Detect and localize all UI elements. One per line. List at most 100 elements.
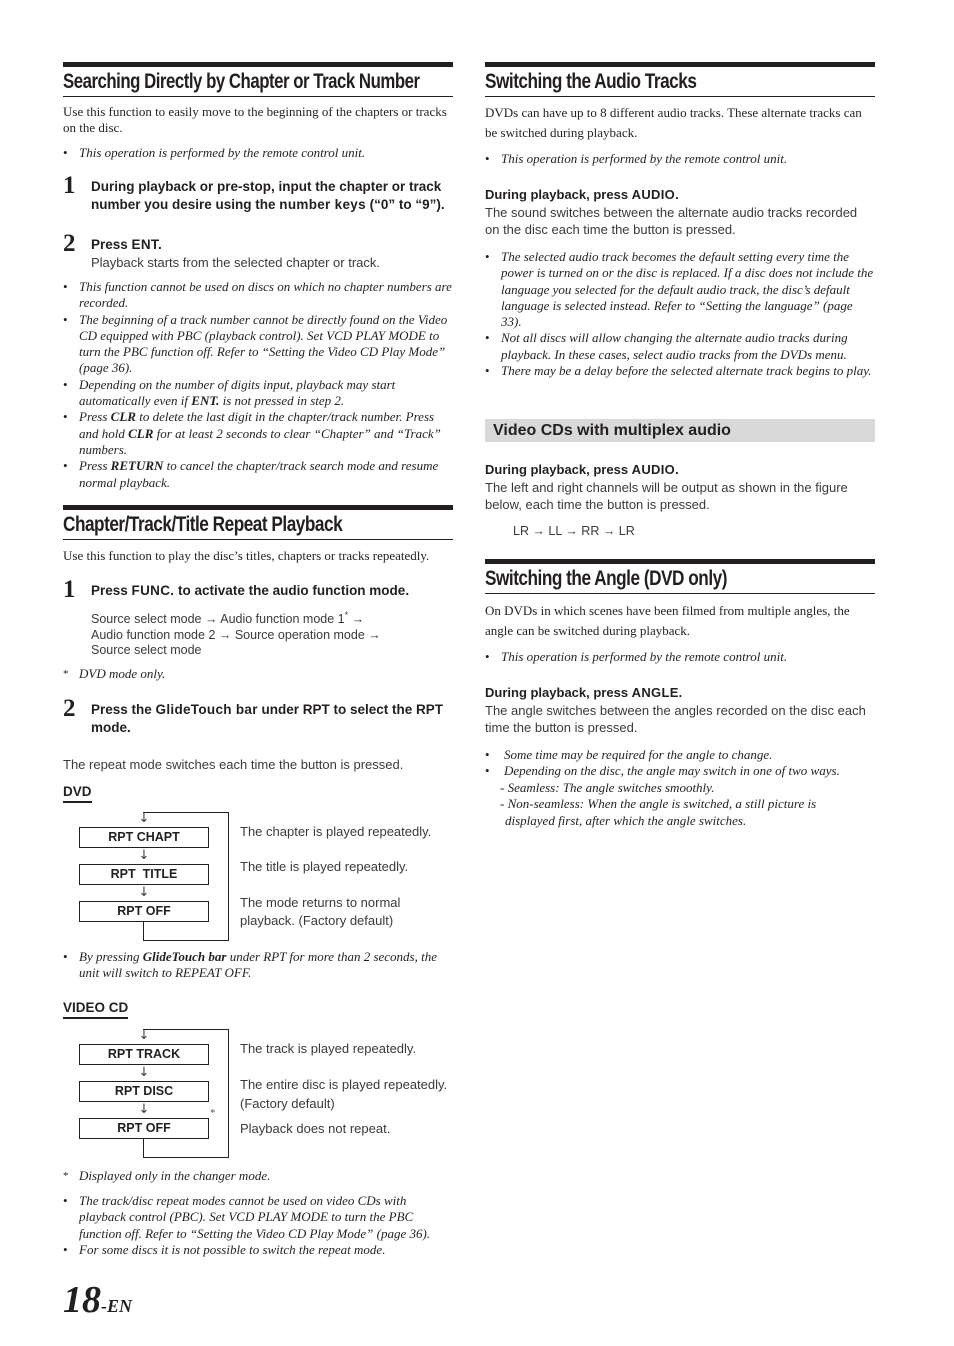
note-item: The track/disc repeat modes cannot be us… (63, 1193, 453, 1242)
audio-section: Switching the Audio Tracks (485, 62, 875, 97)
step-title: Press FUNC. to activate the audio functi… (91, 583, 410, 598)
channel-sequence: LR → LL → RR → LR (513, 524, 635, 538)
instruction-title: During playback, press AUDIO. (485, 187, 679, 202)
instruction-title: During playback, press ANGLE. (485, 685, 683, 700)
down-arrow-icon: ↓ (138, 885, 150, 900)
mode-flow: Source select mode → Audio function mode… (91, 610, 381, 658)
note-item: The selected audio track becomes the def… (485, 249, 875, 330)
note-item: Press RETURN to cancel the chapter/track… (63, 458, 453, 491)
mode-description: The mode returns to normal playback. (Fa… (240, 895, 401, 928)
loop-stub (143, 922, 144, 941)
angle-sub-notes: - Seamless: The angle switches smoothly.… (500, 780, 875, 829)
search-intro: Use this function to easily move to the … (63, 104, 447, 135)
mode-description: The entire disc is played repeatedly. (F… (240, 1077, 448, 1111)
sub-note: - Seamless: The angle switches smoothly. (500, 780, 715, 795)
dvd-label: DVD (63, 784, 92, 803)
note-item: This operation is performed by the remot… (63, 145, 453, 162)
search-notes: This function cannot be used on discs on… (63, 279, 453, 491)
step-number: 1 (63, 172, 76, 199)
repeat-switch-text: The repeat mode switches each time the b… (63, 757, 404, 772)
rpt-track-box: RPT TRACK (79, 1044, 209, 1065)
search-remote-note: This operation is performed by the remot… (63, 145, 453, 162)
func-key-label: FUNC. (131, 583, 175, 598)
step-title: Press ENT. (91, 237, 163, 252)
note-item: There may be a delay before the selected… (485, 363, 875, 380)
loop-stub (143, 1139, 144, 1158)
dvd-repeat-diagram: ↓ RPT CHAPT ↓ RPT TITLE ↓ RPT OFF The ch… (63, 812, 453, 944)
instruction-description: The sound switches between the alternate… (485, 204, 858, 238)
down-arrow-icon: ↓ (138, 1065, 150, 1080)
rpt-disc-box: RPT DISC (79, 1081, 209, 1102)
dvd-repeat-note: By pressing GlideTouch bar under RPT for… (63, 949, 453, 982)
angle-instruction: During playback, press ANGLE. The angle … (485, 684, 875, 737)
angle-key-label: ANGLE (631, 685, 679, 700)
changer-asterisk: * (210, 1107, 216, 1119)
angle-section: Switching the Angle (DVD only) (485, 559, 875, 594)
down-arrow-icon: ↓ (138, 811, 150, 826)
audio-notes: The selected audio track becomes the def… (485, 249, 875, 380)
note-item: This function cannot be used on discs on… (63, 279, 453, 312)
rpt-off-box: RPT OFF (79, 1118, 209, 1139)
instruction-title: During playback, press AUDIO. (485, 462, 679, 477)
down-arrow-icon: ↓ (138, 848, 150, 863)
angle-remote-note: This operation is performed by the remot… (485, 649, 875, 666)
note-item: Depending on the number of digits input,… (63, 377, 453, 410)
step-description: Playback starts from the selected chapte… (91, 254, 381, 270)
angle-heading: Switching the Angle (DVD only) (485, 559, 875, 594)
video-cd-label: VIDEO CD (63, 1000, 129, 1019)
instruction-description: The angle switches between the angles re… (485, 702, 866, 736)
step-number: 2 (63, 230, 76, 257)
angle-notes: Some time may be required for the angle … (485, 747, 875, 780)
mode-description: The title is played repeatedly. (240, 859, 409, 874)
audio-intro: DVDs can have up to 8 different audio tr… (485, 105, 862, 140)
repeat-notes: The track/disc repeat modes cannot be us… (63, 1193, 453, 1258)
repeat-step-2: 2 Press the GlideTouch bar under RPT to … (63, 696, 453, 736)
note-item: Depending on the disc, the angle may swi… (485, 763, 875, 780)
multiplex-heading: Video CDs with multiplex audio (485, 419, 875, 442)
step-title: Press the GlideTouch bar under RPT to se… (91, 702, 444, 735)
number-keys-label: number keys (279, 196, 366, 212)
page-number: 18-EN (63, 1279, 132, 1321)
audio-heading: Switching the Audio Tracks (485, 62, 875, 97)
search-step-1: 1 During playback or pre-stop, input the… (63, 173, 453, 213)
multiplex-instruction: During playback, press AUDIO. The left a… (485, 461, 875, 514)
dvd-only-footnote: * DVD mode only. (63, 666, 166, 681)
search-heading: Searching Directly by Chapter or Track N… (63, 62, 453, 97)
repeat-intro: Use this function to play the disc’s tit… (63, 548, 430, 563)
repeat-step-1: 1 Press FUNC. to activate the audio func… (63, 577, 453, 603)
note-item: For some discs it is not possible to swi… (63, 1242, 453, 1259)
note-item: By pressing GlideTouch bar under RPT for… (63, 949, 453, 982)
changer-footnote: * Displayed only in the changer mode. (63, 1168, 271, 1183)
sub-note: - Non-seamless: When the angle is switch… (500, 796, 817, 812)
note-item: Some time may be required for the angle … (485, 747, 875, 764)
note-item: This operation is performed by the remot… (485, 151, 875, 168)
mode-description: The chapter is played repeatedly. (240, 824, 432, 839)
audio-remote-note: This operation is performed by the remot… (485, 151, 875, 168)
dvd-label-wrap: DVD (63, 783, 453, 803)
audio-key-label: AUDIO (631, 462, 676, 477)
vcd-repeat-diagram: ↓ RPT TRACK ↓ RPT DISC ↓ RPT OFF * The t… (63, 1029, 453, 1161)
mode-description: The track is played repeatedly. (240, 1041, 417, 1056)
search-step-2: 2 Press ENT. Playback starts from the se… (63, 231, 453, 271)
sub-note: displayed first, after which the angle s… (505, 812, 747, 828)
note-item: Not all discs will allow changing the al… (485, 330, 875, 363)
repeat-heading: Chapter/Track/Title Repeat Playback (63, 505, 453, 540)
instruction-description: The left and right channels will be outp… (485, 479, 848, 513)
step-title: During playback or pre-stop, input the c… (91, 179, 445, 212)
vcd-label-wrap: VIDEO CD (63, 999, 453, 1019)
note-item: The beginning of a track number cannot b… (63, 312, 453, 377)
rpt-chapt-box: RPT CHAPT (79, 827, 209, 848)
down-arrow-icon: ↓ (138, 1028, 150, 1043)
search-section: Searching Directly by Chapter or Track N… (63, 62, 453, 97)
note-item: This operation is performed by the remot… (485, 649, 875, 666)
angle-intro: On DVDs in which scenes have been filmed… (485, 603, 850, 638)
mode-description: Playback does not repeat. (240, 1121, 391, 1136)
rpt-off-box: RPT OFF (79, 901, 209, 922)
repeat-section: Chapter/Track/Title Repeat Playback (63, 505, 453, 540)
audio-instruction: During playback, press AUDIO. The sound … (485, 186, 875, 239)
audio-key-label: AUDIO (631, 187, 676, 202)
glidetouch-label: GlideTouch bar (155, 702, 258, 717)
ent-key-label: ENT. (131, 237, 163, 252)
step-number: 2 (63, 695, 76, 722)
note-item: Press CLR to delete the last digit in th… (63, 409, 453, 458)
